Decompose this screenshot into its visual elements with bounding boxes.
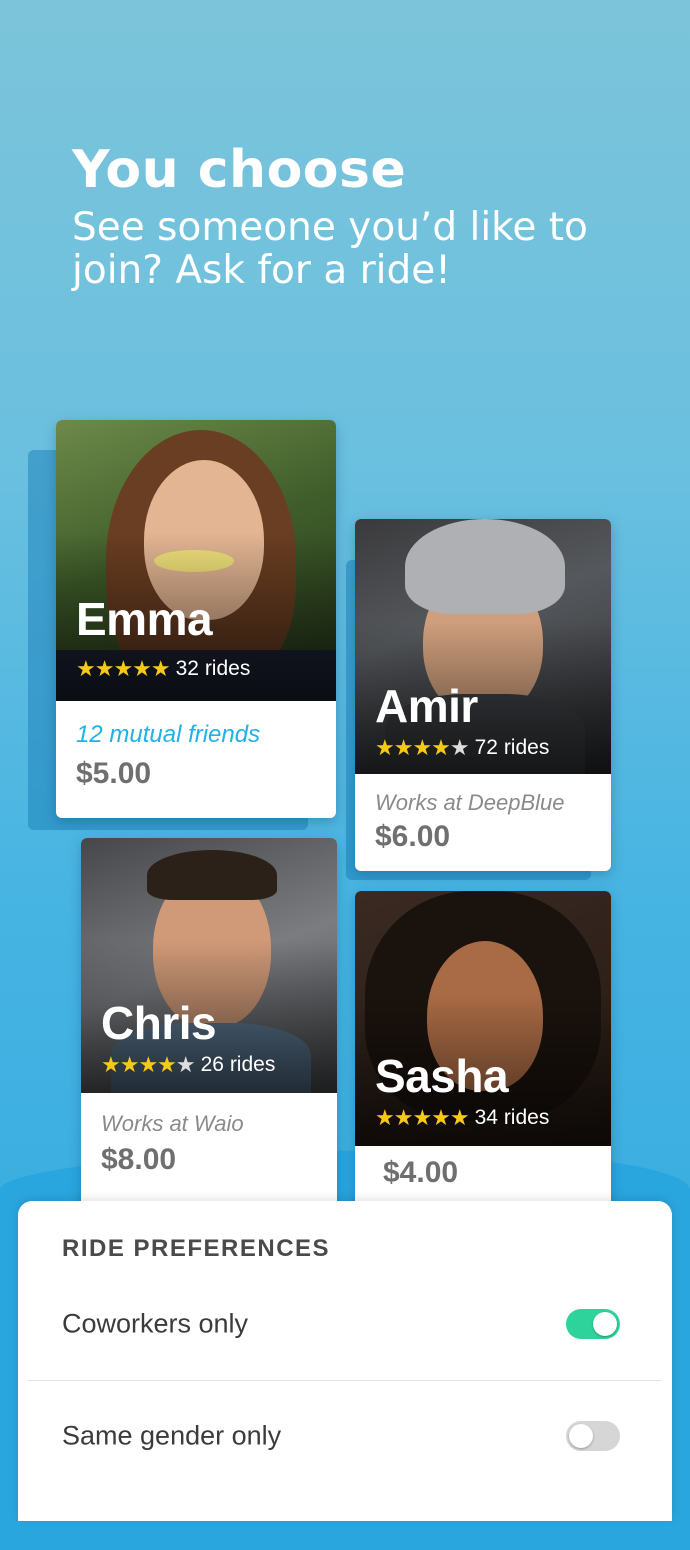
section-title: RIDE PREFERENCES <box>62 1235 331 1262</box>
driver-photo: Emma ★★★★★ 32 rides <box>56 420 336 701</box>
driver-photo: Amir ★★★★★ 72 rides <box>355 519 611 774</box>
ride-count: 34 rides <box>474 1106 550 1129</box>
ride-count: 32 rides <box>175 657 251 680</box>
ride-count: 26 rides <box>200 1053 276 1076</box>
driver-rating: ★★★★★ 34 rides <box>375 1105 549 1131</box>
driver-rating: ★★★★★ 32 rides <box>76 656 250 682</box>
star-rating-icon: ★★★★★ <box>101 1052 196 1077</box>
pref-label: Same gender only <box>62 1420 282 1451</box>
toggle-knob <box>569 1424 593 1448</box>
mutual-friends: 12 mutual friends <box>76 721 261 748</box>
star-rating-icon: ★★★★★ <box>375 1105 470 1130</box>
driver-name: Emma <box>76 593 213 645</box>
pref-row-gender[interactable]: Same gender only <box>18 1391 672 1481</box>
driver-rating: ★★★★★ 26 rides <box>101 1052 275 1078</box>
driver-photo: Sasha ★★★★★ 34 rides <box>355 891 611 1146</box>
driver-card-emma[interactable]: Emma ★★★★★ 32 rides 12 mutual friends $5… <box>56 420 336 818</box>
ride-price: $6.00 <box>375 820 451 853</box>
driver-rating: ★★★★★ 72 rides <box>375 735 549 761</box>
driver-name: Sasha <box>375 1050 509 1102</box>
driver-card-amir[interactable]: Amir ★★★★★ 72 rides Works at DeepBlue $6… <box>355 519 611 871</box>
pref-label: Coworkers only <box>62 1308 249 1339</box>
ride-price: $4.00 <box>383 1156 459 1189</box>
coworkers-toggle[interactable] <box>566 1309 620 1339</box>
page-title: You choose <box>72 140 407 200</box>
ride-price: $8.00 <box>101 1143 177 1176</box>
workplace: Works at DeepBlue <box>375 790 565 815</box>
toggle-knob <box>593 1312 617 1336</box>
ride-preferences-sheet: RIDE PREFERENCES Coworkers only Same gen… <box>18 1201 672 1521</box>
pref-row-coworkers[interactable]: Coworkers only <box>18 1279 672 1369</box>
divider <box>28 1380 662 1381</box>
driver-card-sasha[interactable]: Sasha ★★★★★ 34 rides $4.00 <box>355 891 611 1221</box>
ride-price: $5.00 <box>76 757 152 790</box>
same-gender-toggle[interactable] <box>566 1421 620 1451</box>
ride-count: 72 rides <box>474 736 550 759</box>
workplace: Works at Waio <box>101 1111 244 1136</box>
driver-photo: Chris ★★★★★ 26 rides <box>81 838 337 1093</box>
driver-name: Amir <box>375 680 478 732</box>
driver-name: Chris <box>101 997 217 1049</box>
headline: You choose See someone you’d like to joi… <box>72 140 632 292</box>
page-subtitle: See someone you’d like to join? Ask for … <box>72 205 588 293</box>
star-rating-icon: ★★★★★ <box>76 656 171 681</box>
star-rating-icon: ★★★★★ <box>375 735 470 760</box>
driver-card-chris[interactable]: Chris ★★★★★ 26 rides Works at Waio $8.00 <box>81 838 337 1218</box>
